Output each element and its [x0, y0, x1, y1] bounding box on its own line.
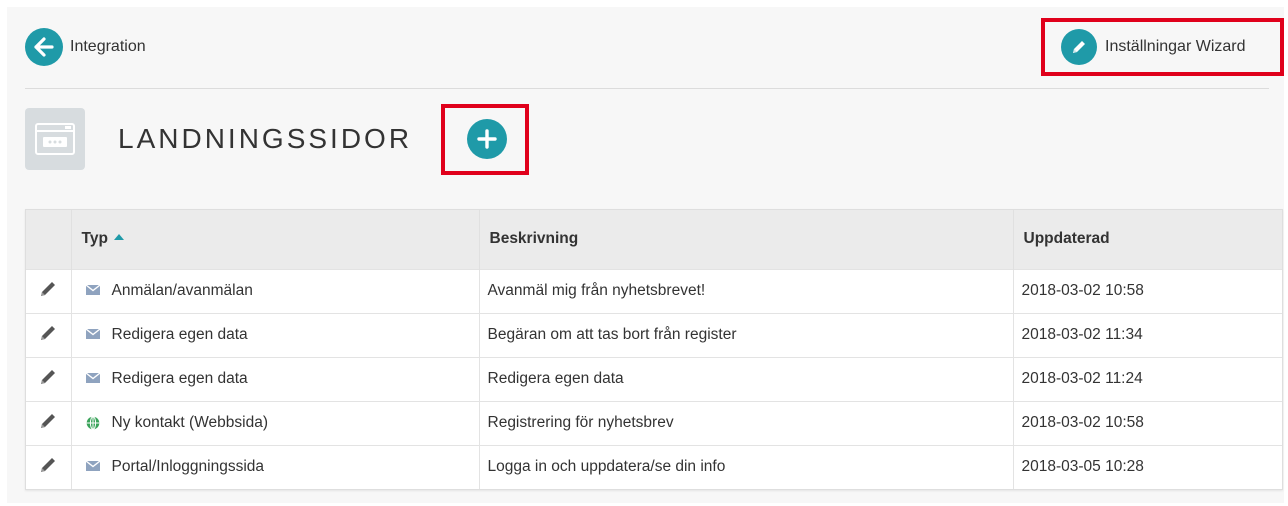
uppdaterad-cell: 2018-03-05 10:28 — [1013, 445, 1282, 489]
beskrivning-column-header[interactable]: Beskrivning — [479, 210, 1014, 269]
typ-value[interactable]: Redigera egen data — [112, 326, 248, 344]
beskrivning-value: Avanmäl mig från nyhetsbrevet! — [487, 282, 706, 299]
edit-pencil-icon[interactable] — [38, 411, 58, 431]
landing-pages-table: Typ Beskrivning Uppdaterad Anmälan/avanm… — [25, 209, 1283, 490]
beskrivning-header-label: Beskrivning — [489, 230, 579, 248]
edit-cell — [26, 445, 72, 489]
uppdaterad-header-label: Uppdaterad — [1023, 230, 1110, 248]
typ-cell: Portal/Inloggningssida — [71, 445, 480, 489]
edit-column-header — [26, 210, 72, 269]
edit-cell — [26, 269, 72, 313]
edit-pencil-icon[interactable] — [38, 323, 58, 343]
beskrivning-value: Logga in och uppdatera/se din info — [487, 458, 726, 476]
sort-ascending-icon — [113, 234, 124, 241]
beskrivning-cell: Avanmäl mig från nyhetsbrevet! — [479, 269, 1014, 313]
beskrivning-value: Registrering för nyhetsbrev — [487, 414, 674, 431]
beskrivning-value: Redigera egen data — [487, 370, 624, 387]
typ-cell: Redigera egen data — [71, 357, 480, 401]
table-header-row: Typ Beskrivning Uppdaterad — [26, 210, 1282, 269]
beskrivning-value: Begäran om att tas bort från register — [487, 326, 737, 343]
page-title: LANDNINGSSIDOR — [118, 123, 413, 154]
globe-icon — [86, 416, 100, 430]
typ-value[interactable]: Redigera egen data — [112, 370, 248, 388]
uppdaterad-cell: 2018-03-02 11:34 — [1013, 313, 1282, 357]
table-row[interactable]: Redigera egen data Redigera egen data 2018… — [26, 357, 1282, 401]
table-row[interactable]: Portal/Inloggningssida Logga in och uppda… — [26, 445, 1282, 489]
wizard-highlight: Inställningar Wizard — [1041, 18, 1284, 76]
uppdaterad-cell: 2018-03-02 10:58 — [1013, 269, 1282, 313]
header-divider — [25, 88, 1269, 89]
envelope-icon — [85, 460, 100, 474]
beskrivning-cell: Redigera egen data — [479, 357, 1014, 401]
edit-cell — [26, 401, 72, 445]
uppdaterad-column-header[interactable]: Uppdaterad — [1013, 210, 1282, 269]
wizard-label: Inställningar Wizard — [1105, 38, 1246, 55]
arrow-left-icon — [25, 28, 63, 66]
table-row[interactable]: Anmälan/avanmälan Avanmäl mig från nyhets… — [26, 269, 1282, 313]
table-row[interactable]: Redigera egen data Begäran om att tas bor… — [26, 313, 1282, 357]
typ-column-header[interactable]: Typ — [71, 210, 480, 269]
add-button[interactable] — [467, 119, 507, 159]
add-highlight — [441, 104, 529, 175]
typ-value[interactable]: Anmälan/avanmälan — [112, 282, 253, 300]
pencil-icon — [1061, 29, 1097, 65]
uppdaterad-value: 2018-03-02 10:58 — [1021, 282, 1144, 299]
back-button[interactable]: Integration — [25, 28, 146, 66]
uppdaterad-cell: 2018-03-02 11:24 — [1013, 357, 1282, 401]
typ-value[interactable]: Ny kontakt (Webbsida) — [112, 414, 269, 432]
envelope-icon — [85, 284, 100, 298]
uppdaterad-cell: 2018-03-02 10:58 — [1013, 401, 1282, 445]
typ-cell: Anmälan/avanmälan — [71, 269, 480, 313]
plus-icon — [477, 129, 497, 149]
edit-pencil-icon[interactable] — [38, 279, 58, 299]
uppdaterad-value: 2018-03-02 11:34 — [1021, 326, 1143, 343]
beskrivning-cell: Begäran om att tas bort från register — [479, 313, 1014, 357]
landing-page-icon — [25, 108, 85, 170]
uppdaterad-value: 2018-03-05 10:28 — [1021, 458, 1144, 476]
uppdaterad-value: 2018-03-02 11:24 — [1021, 370, 1143, 387]
back-label: Integration — [70, 38, 146, 55]
edit-pencil-icon[interactable] — [38, 455, 58, 475]
edit-pencil-icon[interactable] — [38, 367, 58, 387]
wizard-button[interactable]: Inställningar Wizard — [1061, 29, 1246, 65]
typ-value[interactable]: Portal/Inloggningssida — [112, 458, 265, 476]
table-row[interactable]: Ny kontakt (Webbsida) Registrering för ny… — [26, 401, 1282, 445]
beskrivning-cell: Logga in och uppdatera/se din info — [479, 445, 1014, 489]
envelope-icon — [85, 328, 100, 342]
envelope-icon — [85, 372, 100, 386]
edit-cell — [26, 313, 72, 357]
uppdaterad-value: 2018-03-02 10:58 — [1021, 414, 1144, 431]
typ-cell: Ny kontakt (Webbsida) — [71, 401, 480, 445]
edit-cell — [26, 357, 72, 401]
typ-header-label: Typ — [81, 230, 108, 248]
beskrivning-cell: Registrering för nyhetsbrev — [479, 401, 1014, 445]
typ-cell: Redigera egen data — [71, 313, 480, 357]
